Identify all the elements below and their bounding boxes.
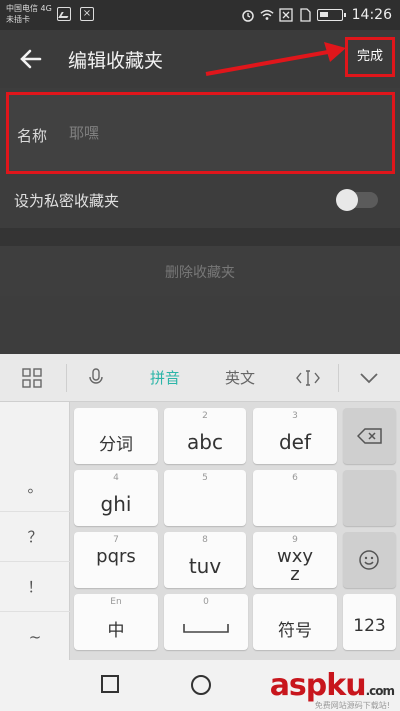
chevron-down-icon[interactable] [359,370,379,386]
clock: 14:26 [351,7,392,23]
toolbar-divider [66,364,67,392]
jkl-key[interactable]: 5 [164,470,246,526]
delete-favorites-button[interactable]: 删除收藏夹 [0,262,400,282]
keyboard-toolbar: 拼音 英文 [0,354,400,402]
segment-key[interactable]: 分词 [74,408,158,464]
name-row: 名称 [9,95,392,171]
image-notification-icon [57,7,71,21]
annotation-arrow [205,42,346,76]
key-label: 中 [107,621,125,641]
battery-icon [316,9,346,21]
tuv-key[interactable]: 8 tuv [164,532,246,588]
emoji-key[interactable] [343,532,396,588]
mno-key[interactable]: 6 [253,470,337,526]
key-label: tuv [188,554,222,578]
abc-key[interactable]: 2 abc [164,408,246,464]
arrow-left-icon[interactable] [18,46,44,72]
status-icons: 14:26 [241,6,392,24]
navigation-bar: aspku.com 免费网站源码下载站! [0,660,400,711]
watermark-suffix: .com [365,684,395,698]
private-row: 设为私密收藏夹 [0,176,400,224]
key-label: 123 [353,616,386,636]
alarm-icon [241,10,254,22]
wifi-icon [260,9,274,20]
page-title: 编辑收藏夹 [68,50,164,72]
status-bar: 中国电信 4G 未插卡 × 14:26 [0,0,400,30]
toggle-knob [336,189,358,211]
space-key[interactable]: 0 [164,594,248,650]
key-number: 3 [292,411,298,421]
circle-home-icon[interactable] [190,674,212,696]
key-number: 7 [113,535,119,545]
key-number: En [110,597,122,607]
key-label: abc [187,430,223,454]
carrier-info: 中国电信 4G 未插卡 [6,3,52,25]
section-divider [0,228,400,246]
watermark-text: aspku [269,668,367,703]
watermark-logo: aspku.com [269,668,395,703]
pinyin-mode-tab[interactable]: 拼音 [140,354,190,402]
screen: 中国电信 4G 未插卡 × 14:26 编辑收藏夹 完成 名称 耶嘿 设为私密收… [0,0,400,711]
number-mode-key[interactable]: 123 [343,594,396,650]
private-label: 设为私密收藏夹 [14,192,120,210]
space-icon [183,624,229,633]
wxyz-key[interactable]: 9 wxyz [253,532,337,588]
smiley-icon [359,550,379,570]
tilde-key[interactable]: ~ [0,612,70,662]
done-button[interactable]: 完成 [348,40,392,74]
backspace-key[interactable] [343,408,396,464]
pqrs-key[interactable]: 7 pqrs [74,532,158,588]
key-label: 分词 [99,435,133,455]
reselect-key[interactable] [343,470,396,526]
key-label: ghi [100,492,132,516]
square-recents-icon[interactable] [100,674,120,694]
question-key[interactable]: ？ [0,512,70,562]
name-field-highlight-box: 名称 [6,92,395,174]
cursor-icon[interactable] [296,368,320,388]
sim-card-icon [299,8,311,22]
key-number: 5 [202,473,208,483]
def-key[interactable]: 3 def [253,408,337,464]
ghi-key[interactable]: 4 ghi [74,470,158,526]
name-label: 名称 [17,127,48,145]
key-number: 2 [202,411,208,421]
key-number: 8 [202,535,208,545]
microphone-icon[interactable] [86,368,106,388]
symbol-key[interactable]: 符号 [253,594,337,650]
key-number: 0 [203,597,209,607]
done-highlight-box: 完成 [345,37,395,77]
close-notification-icon: × [80,7,94,21]
period-key[interactable]: 。 [0,462,70,512]
data-transfer-icon [278,8,293,22]
key-number: 4 [113,473,119,483]
toolbar-divider [338,364,339,392]
key-number: 9 [292,535,298,545]
key-label: def [278,430,312,454]
empty-area [0,296,400,354]
private-toggle[interactable] [336,189,378,211]
language-switch-key[interactable]: En 中 [74,594,158,650]
key-label: 符号 [278,621,312,641]
sim-status: 未插卡 [6,15,30,24]
keyboard: 。 ？ ！ ~ 分词 2 abc 3 def 4 ghi 5 6 7 pqrs … [0,402,400,662]
watermark-subtitle: 免费网站源码下载站! [314,701,390,710]
key-number: 6 [292,473,298,483]
delete-row[interactable]: 删除收藏夹 [0,246,400,296]
exclamation-key[interactable]: ！ [0,562,70,612]
name-input[interactable] [69,121,369,145]
backspace-icon [357,428,382,444]
punctuation-column: 。 ？ ！ ~ [0,402,70,662]
carrier-name: 中国电信 4G [6,4,52,13]
key-label: wxyz [276,546,314,585]
key-label: pqrs [96,546,136,567]
english-mode-tab[interactable]: 英文 [215,354,265,402]
grid-icon[interactable] [22,368,42,388]
